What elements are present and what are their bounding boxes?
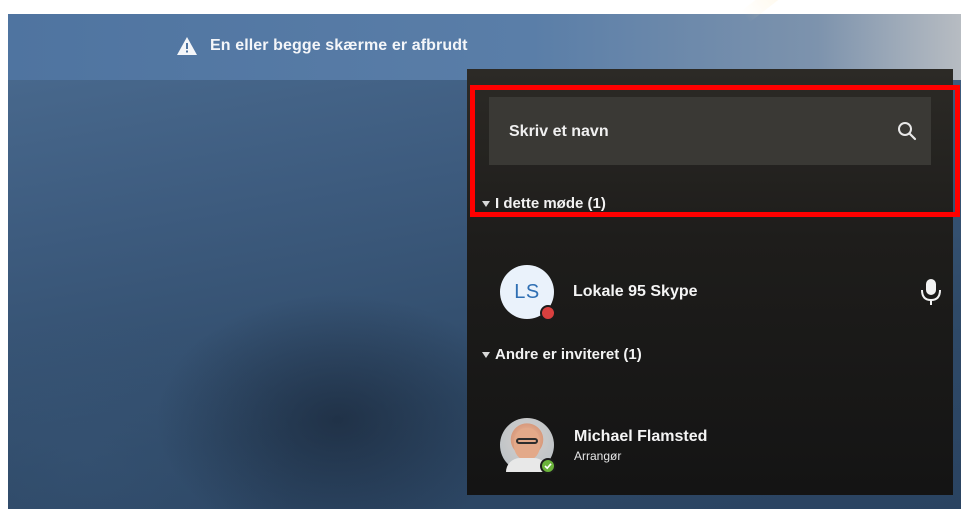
section-header-invited[interactable]: Andre er inviteret (1): [482, 346, 642, 363]
check-icon: [544, 463, 552, 470]
participant-name: Michael Flamsted: [574, 427, 708, 445]
participant-info: Michael Flamsted Arrangør: [574, 428, 707, 463]
participant-row[interactable]: LS Lokale 95 Skype: [500, 265, 698, 321]
avatar-photo-face: [514, 428, 540, 460]
avatar-photo-glasses: [516, 438, 538, 444]
busy-status-icon: [540, 305, 556, 321]
section-label: Andre er inviteret (1): [495, 346, 642, 363]
warning-triangle-icon: [177, 37, 197, 55]
section-header-in-meeting[interactable]: I dette møde (1): [482, 195, 606, 212]
search-icon[interactable]: [897, 121, 917, 141]
chevron-down-icon: [482, 351, 490, 358]
avatar: LS: [500, 265, 556, 321]
chevron-down-icon: [482, 200, 490, 207]
participant-info: Lokale 95 Skype: [573, 283, 698, 301]
available-status-icon: [540, 458, 556, 474]
participant-name: Lokale 95 Skype: [573, 283, 698, 300]
participant-row[interactable]: Michael Flamsted Arrangør: [500, 418, 707, 474]
avatar-initials: LS: [514, 280, 540, 303]
avatar: [500, 418, 556, 474]
video-area: [8, 80, 475, 509]
search-input[interactable]: [507, 97, 871, 167]
banner-message: En eller begge skærme er afbrudt: [210, 37, 468, 54]
section-label: I dette møde (1): [495, 195, 606, 212]
microphone-icon[interactable]: [920, 278, 942, 306]
banner-content: En eller begge skærme er afbrudt: [176, 36, 468, 56]
search-box[interactable]: [489, 97, 931, 167]
participant-role: Arrangør: [574, 448, 622, 463]
